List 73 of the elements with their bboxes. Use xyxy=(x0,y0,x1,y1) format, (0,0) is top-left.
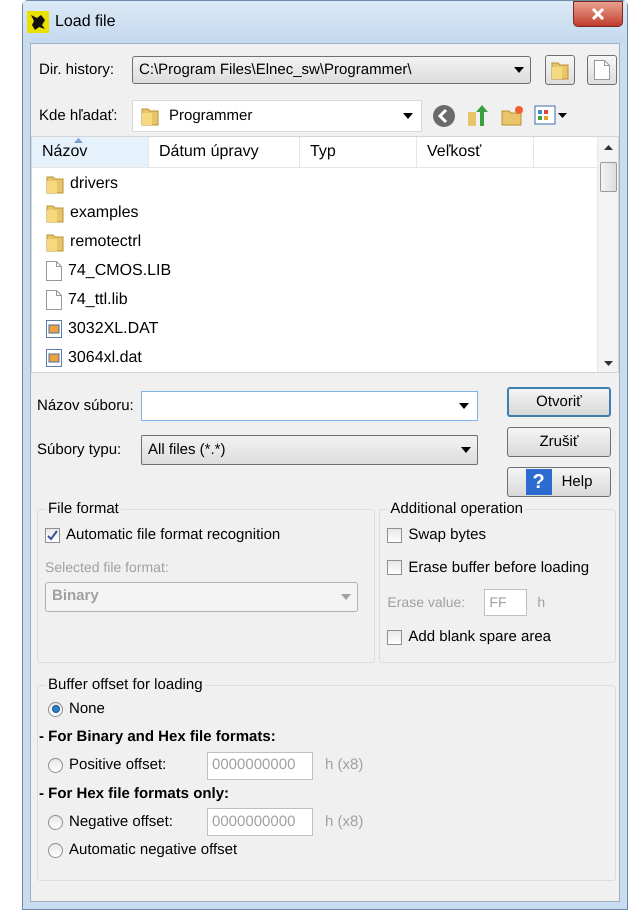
checkbox-label: Swap bytes xyxy=(408,525,486,545)
folder-icon xyxy=(141,106,159,126)
close-button[interactable] xyxy=(573,1,623,27)
file-list-item[interactable]: drivers xyxy=(32,169,597,198)
radio-label: Negative offset: xyxy=(69,812,174,832)
file-list-item[interactable]: 3064xl.dat xyxy=(32,343,597,372)
radio-label: Positive offset: xyxy=(69,755,168,776)
checkbox[interactable] xyxy=(387,630,402,645)
file-list-item[interactable]: 3032XL.DAT xyxy=(32,314,597,343)
file-type-dropdown[interactable]: All files (*.*) xyxy=(141,435,478,465)
scroll-down-icon xyxy=(604,361,612,366)
unit-label: h xyxy=(537,593,546,612)
document-icon xyxy=(46,290,62,310)
group-title: Additional operation xyxy=(388,500,526,518)
checkbox-label: Automatic file format recognition xyxy=(66,525,280,545)
document-icon xyxy=(594,60,610,80)
field-label: Názov súboru: xyxy=(37,396,135,416)
scrollbar[interactable] xyxy=(597,137,618,372)
file-list-item[interactable]: 74_ttl.lib xyxy=(32,285,597,314)
app-logo-icon xyxy=(27,11,49,33)
radio-button[interactable] xyxy=(48,842,63,858)
field-label: Dir. history: xyxy=(39,60,116,80)
checkbox[interactable] xyxy=(387,560,402,576)
file-name-field[interactable] xyxy=(141,391,478,421)
checkbox-label: Erase buffer before loading xyxy=(408,558,590,578)
scroll-up-icon xyxy=(604,145,612,150)
scroll-thumb[interactable] xyxy=(600,162,616,192)
section-heading: - For Binary and Hex file formats: xyxy=(39,727,277,747)
folder-icon xyxy=(46,174,64,194)
document-button[interactable] xyxy=(587,55,617,85)
field-label: Erase value: xyxy=(387,593,466,612)
group-title: Buffer offset for loading xyxy=(46,676,205,694)
unit-label: h (x8) xyxy=(325,812,364,832)
field-label: Kde hľadať: xyxy=(39,106,118,126)
data-file-icon xyxy=(46,320,62,338)
folder-icon xyxy=(46,202,64,222)
column-header[interactable]: Názov xyxy=(32,137,149,167)
document-icon xyxy=(46,260,62,280)
window-title: Load file xyxy=(55,12,116,32)
radio-button[interactable] xyxy=(48,702,63,716)
dropdown-field[interactable]: Programmer xyxy=(132,100,422,132)
dropdown-caret-icon xyxy=(341,594,351,600)
radio-label: None xyxy=(69,698,105,719)
back-icon[interactable] xyxy=(432,104,456,128)
folder-icon xyxy=(46,232,64,252)
file-list-item[interactable]: remotectrl xyxy=(32,227,597,256)
dropdown-caret-icon xyxy=(461,447,471,453)
folder-icon xyxy=(551,60,569,80)
close-icon xyxy=(591,8,605,20)
dropdown-caret-icon xyxy=(403,113,413,119)
sort-arrow-icon xyxy=(74,138,83,143)
checkbox-label: Add blank spare area xyxy=(408,627,552,647)
dropdown-field[interactable]: C:\Program Files\Elnec_sw\Programmer\ xyxy=(132,56,531,84)
new-folder-icon[interactable] xyxy=(500,104,524,128)
up-folder-icon[interactable] xyxy=(466,104,490,128)
folder-name: Programmer xyxy=(169,106,252,126)
file-list-item[interactable]: examples xyxy=(32,198,597,227)
field-label: Súbory typu: xyxy=(37,440,122,460)
data-file-icon xyxy=(46,348,62,366)
view-menu-icon[interactable] xyxy=(534,105,568,127)
file-list-item[interactable]: 74_CMOS.LIB xyxy=(32,256,597,285)
unit-label: h (x8) xyxy=(325,755,364,776)
help-icon: ? xyxy=(526,469,552,495)
field-label: Selected file format: xyxy=(45,558,170,576)
checkbox[interactable] xyxy=(387,528,402,543)
help-button[interactable]: ? Help xyxy=(507,467,611,497)
dialog-button[interactable]: Otvoriť xyxy=(507,387,611,417)
section-heading: - For Hex file formats only: xyxy=(39,784,230,804)
folder-button[interactable] xyxy=(545,55,575,85)
dropdown-caret-icon xyxy=(514,67,524,73)
dialog-button[interactable]: Zrušiť xyxy=(507,427,611,457)
dropdown-caret-icon xyxy=(459,403,469,409)
radio-label: Automatic negative offset xyxy=(69,840,238,860)
